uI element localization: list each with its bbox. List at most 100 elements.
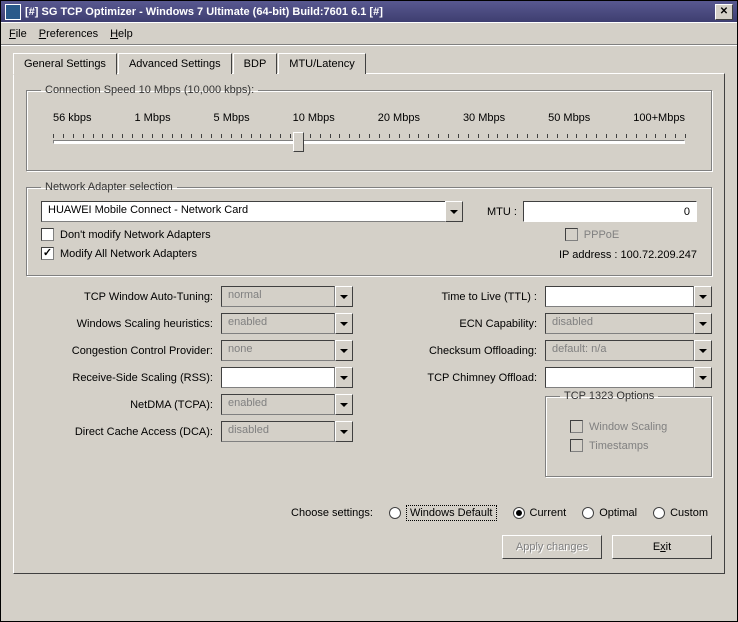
checksum-label: Checksum Offloading: — [385, 345, 545, 357]
window-scaling-label: Window Scaling — [589, 421, 667, 433]
adapter-selected: HUAWEI Mobile Connect - Network Card — [41, 201, 445, 222]
chevron-down-icon[interactable] — [694, 367, 712, 388]
tab-panel-general: Connection Speed 10 Mbps (10,000 kbps): … — [13, 73, 725, 574]
chevron-down-icon[interactable] — [335, 340, 353, 361]
tab-mtu[interactable]: MTU/Latency — [278, 53, 365, 74]
checkbox-icon — [570, 420, 583, 433]
auto-tuning-select[interactable]: normal — [221, 286, 353, 307]
dont-modify-label: Don't modify Network Adapters — [60, 229, 211, 241]
checkbox-icon[interactable] — [41, 247, 54, 260]
heuristics-select[interactable]: enabled — [221, 313, 353, 334]
ecn-label: ECN Capability: — [385, 318, 545, 330]
timestamps-checkbox-row: Timestamps — [570, 439, 687, 452]
tcp1323-group: TCP 1323 Options Window Scaling Timestam… — [545, 390, 712, 477]
connection-speed-legend: Connection Speed 10 Mbps (10,000 kbps): — [41, 84, 258, 96]
congestion-label: Congestion Control Provider: — [26, 345, 221, 357]
window-scaling-checkbox-row: Window Scaling — [570, 420, 687, 433]
speed-slider[interactable] — [53, 128, 685, 156]
button-row: Apply changes Exit — [26, 535, 712, 559]
pppoe-label: PPPoE — [584, 229, 619, 241]
connection-speed-group: Connection Speed 10 Mbps (10,000 kbps): … — [26, 84, 712, 171]
adapter-dropdown[interactable]: HUAWEI Mobile Connect - Network Card — [41, 201, 463, 222]
speed-mark: 20 Mbps — [378, 112, 420, 124]
radio-optimal[interactable]: Optimal — [582, 507, 637, 519]
tab-strip: General Settings Advanced Settings BDP M… — [13, 53, 725, 74]
speed-mark: 5 Mbps — [214, 112, 250, 124]
tcp1323-legend: TCP 1323 Options — [560, 390, 658, 402]
choose-settings-row: Choose settings: Windows Default Current… — [26, 505, 712, 521]
chevron-down-icon[interactable] — [335, 286, 353, 307]
tab-general[interactable]: General Settings — [13, 53, 117, 75]
chevron-down-icon[interactable] — [335, 421, 353, 442]
chevron-down-icon[interactable] — [694, 286, 712, 307]
chevron-down-icon[interactable] — [335, 313, 353, 334]
speed-mark: 10 Mbps — [293, 112, 335, 124]
netdma-select[interactable]: enabled — [221, 394, 353, 415]
rss-select[interactable] — [221, 367, 353, 388]
radio-icon — [389, 507, 401, 519]
radio-default[interactable]: Windows Default — [389, 505, 497, 521]
speed-mark: 100+Mbps — [633, 112, 685, 124]
chimney-label: TCP Chimney Offload: — [385, 372, 545, 384]
chevron-down-icon[interactable] — [694, 313, 712, 334]
choose-settings-label: Choose settings: — [291, 507, 373, 519]
congestion-select[interactable]: none — [221, 340, 353, 361]
menu-file[interactable]: File — [9, 28, 27, 40]
dca-select[interactable]: disabled — [221, 421, 353, 442]
radio-optimal-label: Optimal — [599, 507, 637, 519]
app-window: [#] SG TCP Optimizer - Windows 7 Ultimat… — [0, 0, 738, 622]
dca-label: Direct Cache Access (DCA): — [26, 426, 221, 438]
ecn-select[interactable]: disabled — [545, 313, 712, 334]
settings-grid: TCP Window Auto-Tuning:normal Windows Sc… — [26, 286, 712, 487]
slider-handle[interactable] — [293, 132, 304, 152]
ttl-select[interactable] — [545, 286, 712, 307]
chevron-down-icon[interactable] — [335, 367, 353, 388]
chevron-down-icon[interactable] — [335, 394, 353, 415]
checksum-select[interactable]: default: n/a — [545, 340, 712, 361]
mtu-field[interactable] — [523, 201, 697, 222]
radio-current[interactable]: Current — [513, 507, 567, 519]
heuristics-label: Windows Scaling heuristics: — [26, 318, 221, 330]
chimney-select[interactable] — [545, 367, 712, 388]
rss-label: Receive-Side Scaling (RSS): — [26, 372, 221, 384]
ttl-label: Time to Live (TTL) : — [385, 291, 545, 303]
close-icon[interactable]: ✕ — [715, 4, 733, 20]
timestamps-label: Timestamps — [589, 440, 649, 452]
tab-bdp[interactable]: BDP — [233, 53, 278, 74]
settings-radio-group: Windows Default Current Optimal Custom — [389, 505, 708, 521]
network-adapter-group: Network Adapter selection HUAWEI Mobile … — [26, 181, 712, 276]
menu-preferences[interactable]: Preferences — [39, 28, 98, 40]
netdma-label: NetDMA (TCPA): — [26, 399, 221, 411]
tab-advanced[interactable]: Advanced Settings — [118, 53, 232, 74]
menubar: File Preferences Help — [1, 23, 737, 45]
chevron-down-icon[interactable] — [445, 201, 463, 222]
speed-mark: 56 kbps — [53, 112, 92, 124]
window-title: [#] SG TCP Optimizer - Windows 7 Ultimat… — [25, 6, 715, 18]
modify-all-label: Modify All Network Adapters — [60, 248, 197, 260]
radio-custom-label: Custom — [670, 507, 708, 519]
dont-modify-checkbox-row[interactable]: Don't modify Network Adapters — [41, 228, 463, 241]
apply-button[interactable]: Apply changes — [502, 535, 602, 559]
app-icon — [5, 4, 21, 20]
radio-custom[interactable]: Custom — [653, 507, 708, 519]
content-area: General Settings Advanced Settings BDP M… — [1, 45, 737, 582]
pppoe-checkbox-row: PPPoE — [487, 228, 697, 241]
chevron-down-icon[interactable] — [694, 340, 712, 361]
speed-mark: 1 Mbps — [135, 112, 171, 124]
radio-current-label: Current — [530, 507, 567, 519]
radio-default-label: Windows Default — [406, 505, 497, 521]
menu-help[interactable]: Help — [110, 28, 133, 40]
exit-button[interactable]: Exit — [612, 535, 712, 559]
settings-right-column: Time to Live (TTL) : ECN Capability:disa… — [385, 286, 712, 487]
settings-left-column: TCP Window Auto-Tuning:normal Windows Sc… — [26, 286, 353, 487]
auto-tuning-label: TCP Window Auto-Tuning: — [26, 291, 221, 303]
titlebar[interactable]: [#] SG TCP Optimizer - Windows 7 Ultimat… — [1, 1, 737, 23]
network-adapter-legend: Network Adapter selection — [41, 181, 177, 193]
checkbox-icon[interactable] — [41, 228, 54, 241]
speed-mark: 30 Mbps — [463, 112, 505, 124]
ip-address-label: IP address : 100.72.209.247 — [487, 249, 697, 261]
slider-track-line — [53, 140, 685, 144]
modify-all-checkbox-row[interactable]: Modify All Network Adapters — [41, 247, 463, 260]
radio-icon — [582, 507, 594, 519]
checkbox-icon — [570, 439, 583, 452]
